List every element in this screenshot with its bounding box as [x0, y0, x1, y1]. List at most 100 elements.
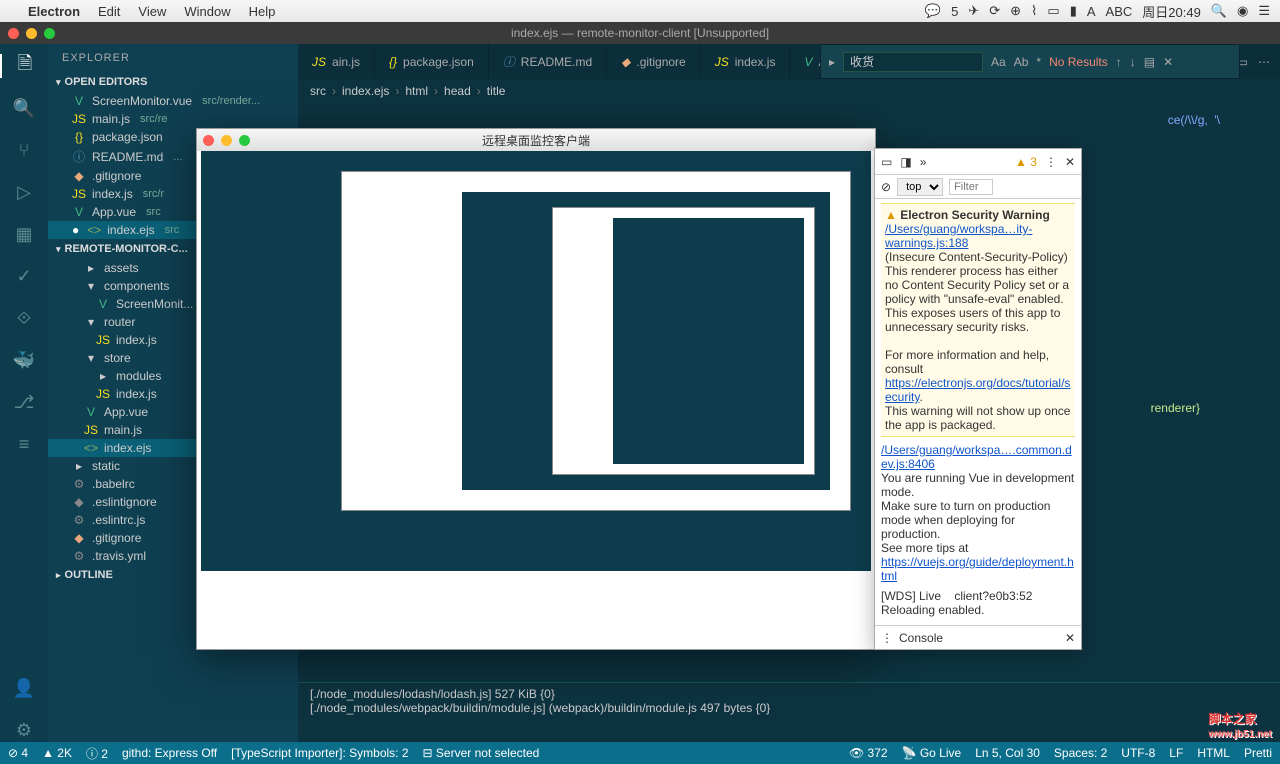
find-next-icon[interactable]: ↓ [1130, 55, 1136, 69]
breadcrumb[interactable]: src›index.ejs›html›head›title [298, 79, 1280, 103]
devtools-more-icon[interactable]: » [920, 155, 927, 169]
open-editor-item[interactable]: JSmain.jssrc/re [48, 110, 298, 128]
find-prev-icon[interactable]: ↑ [1116, 55, 1122, 69]
wifi-icon[interactable]: ⌇ [1031, 3, 1037, 19]
telegram-icon[interactable]: ✈ [968, 3, 979, 19]
terminal-line: [./node_modules/lodash/lodash.js] 527 Ki… [310, 687, 1268, 701]
app-name[interactable]: Electron [28, 4, 80, 19]
drawer-console-tab[interactable]: Console [899, 631, 943, 645]
docker-icon[interactable]: 🐳 [12, 348, 36, 372]
status-errors[interactable]: ⊘ 4 [8, 746, 28, 760]
editor-tab[interactable]: JSindex.js [701, 44, 791, 79]
status-preview[interactable]: 👁 372 [849, 746, 888, 760]
menu-view[interactable]: View [138, 4, 166, 19]
sync-icon[interactable]: ⟳ [989, 3, 1000, 19]
status-spaces[interactable]: Spaces: 2 [1054, 746, 1107, 760]
whole-word-icon[interactable]: Ab [1014, 55, 1029, 69]
status-cursor[interactable]: Ln 5, Col 30 [975, 746, 1040, 760]
devtools-dock-icon[interactable]: ◨ [900, 155, 911, 169]
status-golive[interactable]: 📡 Go Live [902, 746, 962, 760]
devtools-warning-count[interactable]: ▲ 3 [1015, 155, 1037, 169]
editor-tab[interactable]: {}package.json [375, 44, 489, 79]
status-info[interactable]: ⓘ 2 [86, 745, 108, 762]
editor-tab[interactable]: JSain.js [298, 44, 375, 79]
source-control-icon[interactable]: ⑂ [12, 138, 36, 162]
find-toggle-icon[interactable]: ▸ [829, 55, 835, 69]
status-eol[interactable]: LF [1169, 746, 1183, 760]
breadcrumb-item[interactable]: head [444, 84, 471, 98]
file-name: .travis.yml [92, 549, 146, 563]
status-bar: ⊘ 4 ▲ 2K ⓘ 2 githd: Express Off [TypeScr… [0, 742, 1280, 764]
find-selection-icon[interactable]: ▤ [1144, 55, 1155, 69]
battery-icon[interactable]: ▮ [1070, 3, 1077, 19]
extensions-icon[interactable]: ▦ [12, 222, 36, 246]
remote-screen[interactable] [197, 151, 875, 649]
breadcrumb-item[interactable]: index.ejs [342, 84, 389, 98]
status-githd[interactable]: githd: Express Off [122, 746, 217, 760]
find-input[interactable] [843, 52, 983, 72]
spotlight-icon[interactable]: 🔍 [1211, 3, 1227, 19]
file-name: .eslintrc.js [92, 513, 145, 527]
clock[interactable]: 周日20:49 [1142, 2, 1201, 21]
menu-edit[interactable]: Edit [98, 4, 120, 19]
regex-icon[interactable]: * [1036, 55, 1041, 69]
drawer-close-icon[interactable]: ✕ [1065, 631, 1075, 645]
file-icon: JS [72, 187, 86, 201]
console-filter-input[interactable] [949, 179, 993, 195]
git-branch-icon[interactable]: ⎇ [12, 390, 36, 414]
bookmarks-icon[interactable]: ≡ [12, 432, 36, 456]
file-icon: <> [84, 441, 98, 455]
devtools-menu-icon[interactable]: ⋮ [1045, 155, 1057, 169]
close-window-icon[interactable] [8, 28, 19, 39]
input-method-icon[interactable]: A [1087, 4, 1096, 19]
devtools-close-icon[interactable]: ✕ [1065, 155, 1075, 169]
editor-tab[interactable]: ◆.gitignore [607, 44, 701, 79]
remote-maximize-icon[interactable] [239, 135, 250, 146]
clear-console-icon[interactable]: ⊘ [881, 180, 891, 194]
status-ts-importer[interactable]: [TypeScript Importer]: Symbols: 2 [231, 746, 408, 760]
test-icon[interactable]: ✓ [12, 264, 36, 288]
match-case-icon[interactable]: Aa [991, 55, 1006, 69]
devtools-toolbar: ▭ ◨ » ▲ 3 ⋮ ✕ [875, 149, 1081, 175]
remote-close-icon[interactable] [203, 135, 214, 146]
status-server[interactable]: ⊟ Server not selected [423, 746, 540, 760]
display-icon[interactable]: ▭ [1047, 3, 1059, 19]
open-editor-item[interactable]: VScreenMonitor.vuesrc/render... [48, 92, 298, 110]
breadcrumb-item[interactable]: html [405, 84, 428, 98]
explorer-icon[interactable]: 🗎 [0, 54, 48, 78]
remote-window-title: 远程桌面监控客户端 [482, 132, 590, 149]
siri-icon[interactable]: ◉ [1237, 3, 1248, 19]
console-output[interactable]: ▲ Electron Security Warning /Users/guang… [875, 199, 1081, 625]
drawer-menu-icon[interactable]: ⋮ [881, 631, 893, 645]
remote-minimize-icon[interactable] [221, 135, 232, 146]
tab-label: package.json [403, 55, 474, 69]
search-icon[interactable]: 🔍 [12, 96, 36, 120]
minimize-window-icon[interactable] [26, 28, 37, 39]
status-language[interactable]: HTML [1197, 746, 1230, 760]
maximize-window-icon[interactable] [44, 28, 55, 39]
wechat-icon[interactable]: 💬 [925, 3, 941, 19]
open-editors-header[interactable]: OPEN EDITORS [48, 72, 298, 92]
settings-icon[interactable]: ⚙ [12, 718, 36, 742]
status-prettier[interactable]: Pretti [1244, 746, 1272, 760]
terminal-panel[interactable]: [./node_modules/lodash/lodash.js] 527 Ki… [298, 682, 1280, 742]
more-icon[interactable]: ⋯ [1258, 55, 1270, 69]
notification-center-icon[interactable]: ☰ [1258, 3, 1270, 19]
menu-window[interactable]: Window [184, 4, 230, 19]
account-icon[interactable]: 👤 [12, 676, 36, 700]
status-encoding[interactable]: UTF-8 [1121, 746, 1155, 760]
folder-icon: ▾ [84, 351, 98, 365]
remote-desktop-window[interactable]: 远程桌面监控客户端 [196, 128, 876, 650]
status-warnings[interactable]: ▲ 2K [42, 746, 72, 760]
context-select[interactable]: top [897, 178, 943, 196]
globe-icon[interactable]: ⊕ [1010, 3, 1021, 19]
devtools-device-icon[interactable]: ▭ [881, 155, 892, 169]
debug-icon[interactable]: ▷ [12, 180, 36, 204]
find-close-icon[interactable]: ✕ [1163, 55, 1173, 69]
breadcrumb-item[interactable]: src [310, 84, 326, 98]
remote-icon[interactable]: ⟐ [12, 306, 36, 330]
file-icon: JS [96, 333, 110, 347]
editor-tab[interactable]: ⓘREADME.md [489, 44, 607, 79]
menu-help[interactable]: Help [249, 4, 276, 19]
breadcrumb-item[interactable]: title [487, 84, 506, 98]
